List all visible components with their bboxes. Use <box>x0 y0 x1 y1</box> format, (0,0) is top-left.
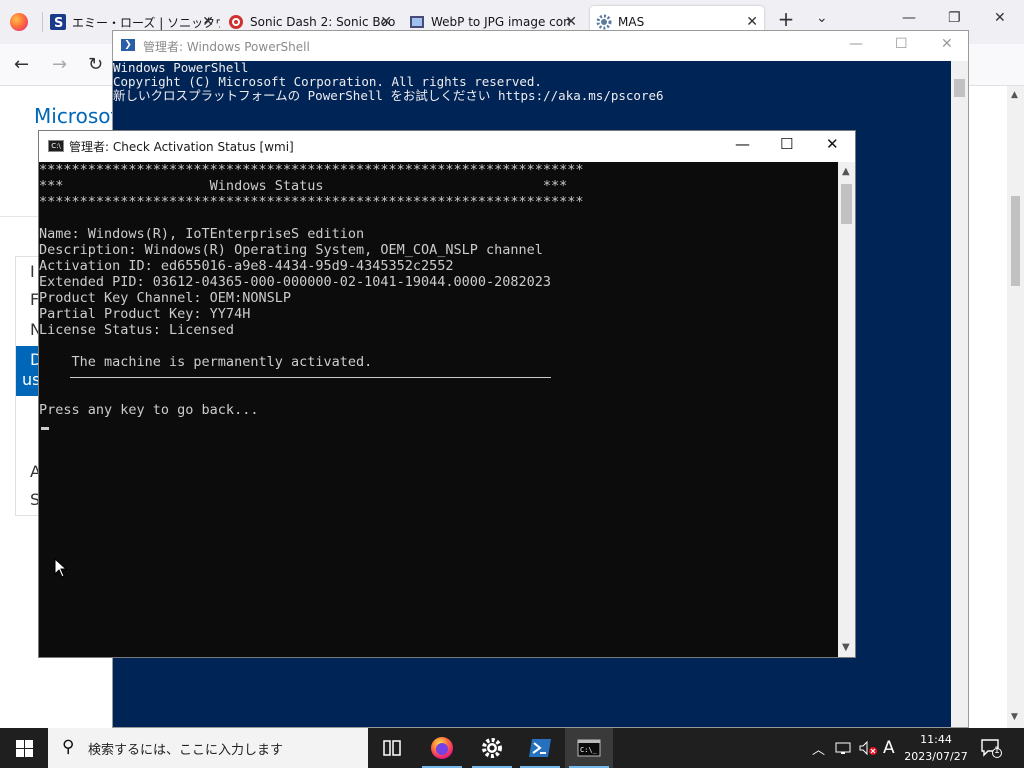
window-title: 管理者: Windows PowerShell <box>143 40 310 54</box>
scroll-down-icon[interactable]: ▼ <box>842 642 850 653</box>
scroll-thumb[interactable] <box>841 184 852 224</box>
taskbar-firefox[interactable] <box>418 728 466 768</box>
new-tab-button[interactable]: + <box>776 9 796 30</box>
taskbar: ⚲ 検索するには、ここに入力します C:\_ ︿ A 11:44 2023/07… <box>0 728 1024 768</box>
taskbar-clock[interactable]: 11:44 2023/07/27 <box>900 731 972 765</box>
firefox-icon <box>431 737 453 759</box>
restore-icon[interactable]: ❐ <box>948 10 961 26</box>
maximize-icon[interactable]: ☐ <box>780 135 793 153</box>
tab-title: エミー・ローズ | ソニックウィ <box>72 15 220 30</box>
close-tab-icon[interactable]: ✕ <box>202 14 214 30</box>
console-line: 新しいクロスプラットフォームの PowerShell をお試しください http… <box>113 88 664 103</box>
reload-icon[interactable]: ↻ <box>88 54 103 75</box>
console-line: *** Windows Status *** <box>39 178 568 194</box>
cmd-console[interactable]: ****************************************… <box>39 162 838 657</box>
cmd-titlebar[interactable]: C:\ 管理者: Check Activation Status [wmi] —… <box>39 131 855 162</box>
taskbar-cmd[interactable]: C:\_ <box>565 728 613 768</box>
console-line: Product Key Channel: OEM:NONSLP <box>39 290 291 306</box>
search-placeholder: 検索するには、ここに入力します <box>88 743 284 758</box>
scroll-down-icon[interactable]: ▼ <box>1011 712 1018 722</box>
tab-title: WebP to JPG image con <box>431 15 571 29</box>
sonic-dash-icon <box>229 15 243 29</box>
console-line: Description: Windows(R) Operating System… <box>39 242 543 258</box>
firefox-view-icon[interactable] <box>10 13 28 31</box>
console-line: License Status: Licensed <box>39 322 235 338</box>
show-hidden-icons-button[interactable]: ︿ <box>812 728 825 768</box>
clock-time: 11:44 <box>920 733 952 746</box>
svg-text:S: S <box>54 16 63 30</box>
close-tab-icon[interactable]: ✕ <box>746 14 758 30</box>
cmd-window[interactable]: C:\ 管理者: Check Activation Status [wmi] —… <box>38 130 856 658</box>
sonic-wiki-icon: S <box>50 14 66 30</box>
task-view-button[interactable] <box>368 728 416 768</box>
ime-mode-indicator[interactable]: A <box>883 728 895 768</box>
scroll-up-icon[interactable]: ▲ <box>842 166 850 177</box>
page-scrollbar[interactable]: ▲ ▼ <box>1007 86 1024 728</box>
console-cursor-line <box>39 418 838 434</box>
network-icon[interactable] <box>835 728 851 768</box>
console-line: Extended PID: 03612-04365-000-000000-02-… <box>39 274 552 290</box>
tab-title: MAS <box>618 15 645 29</box>
powershell-icon: ❯ <box>121 39 135 51</box>
search-icon: ⚲ <box>62 737 75 757</box>
svg-text:C:\_: C:\_ <box>580 746 598 754</box>
settings-gear-icon <box>482 738 502 758</box>
mouse-pointer-icon <box>54 558 68 578</box>
menu-item[interactable]: I <box>30 262 35 281</box>
powershell-icon <box>529 739 551 757</box>
action-center-button[interactable]: 1 <box>980 738 1002 758</box>
scroll-thumb[interactable] <box>1011 196 1020 286</box>
converter-icon <box>410 16 424 28</box>
console-line: Name: Windows(R), IoTEnterpriseS edition <box>39 226 365 242</box>
taskbar-settings[interactable] <box>468 728 516 768</box>
taskbar-powershell[interactable] <box>516 728 564 768</box>
close-tab-icon[interactable]: ✕ <box>380 14 392 30</box>
console-line: ****************************************… <box>39 194 584 210</box>
console-line: Windows PowerShell <box>113 60 249 75</box>
console-line: Copyright (C) Microsoft Corporation. All… <box>113 74 542 89</box>
cmd-scrollbar[interactable]: ▲ ▼ <box>838 162 855 657</box>
taskbar-search-box[interactable]: ⚲ 検索するには、ここに入力します <box>48 728 368 768</box>
chevron-up-icon: ︿ <box>812 742 826 758</box>
cmd-icon: C:\ <box>48 140 64 152</box>
console-line: Activation ID: ed655016-a9e8-4434-95d9-4… <box>39 258 454 274</box>
back-arrow-icon[interactable]: ← <box>14 54 29 75</box>
maximize-icon[interactable]: ☐ <box>895 36 908 52</box>
task-view-icon <box>383 740 401 756</box>
console-rule <box>70 377 551 378</box>
close-window-icon[interactable]: ✕ <box>941 36 953 52</box>
tab-title: Sonic Dash 2: Sonic Boo <box>250 15 396 29</box>
scroll-up-icon[interactable]: ▲ <box>1011 90 1018 100</box>
gear-icon <box>596 14 612 30</box>
chevron-down-icon[interactable]: ⌄ <box>816 10 828 26</box>
window-title: 管理者: Check Activation Status [wmi] <box>69 140 294 154</box>
notification-count: 1 <box>994 746 1000 756</box>
clock-date: 2023/07/27 <box>904 750 968 763</box>
scroll-thumb[interactable] <box>954 79 965 97</box>
minimize-icon[interactable]: — <box>902 10 916 26</box>
close-window-icon[interactable]: ✕ <box>826 135 839 153</box>
page-logo-text: Microsof <box>34 104 118 128</box>
powershell-titlebar[interactable]: ❯ 管理者: Windows PowerShell — ☐ ✕ <box>113 31 968 61</box>
text-cursor <box>41 427 49 430</box>
console-line: The machine is permanently activated. <box>39 354 373 370</box>
console-prompt: Press any key to go back... <box>39 402 259 418</box>
close-window-icon[interactable]: ✕ <box>994 10 1006 26</box>
minimize-icon[interactable]: — <box>735 135 750 153</box>
powershell-scrollbar[interactable] <box>951 61 968 727</box>
tab-separator <box>42 12 43 32</box>
console-line: Partial Product Key: YY74H <box>39 306 251 322</box>
minimize-icon[interactable]: — <box>849 36 863 52</box>
cmd-icon: C:\_ <box>577 739 601 757</box>
volume-muted-icon[interactable] <box>858 728 878 768</box>
console-line: ****************************************… <box>39 162 584 178</box>
close-tab-icon[interactable]: ✕ <box>565 14 577 30</box>
start-button[interactable] <box>0 728 48 768</box>
forward-arrow-icon[interactable]: → <box>52 54 67 75</box>
